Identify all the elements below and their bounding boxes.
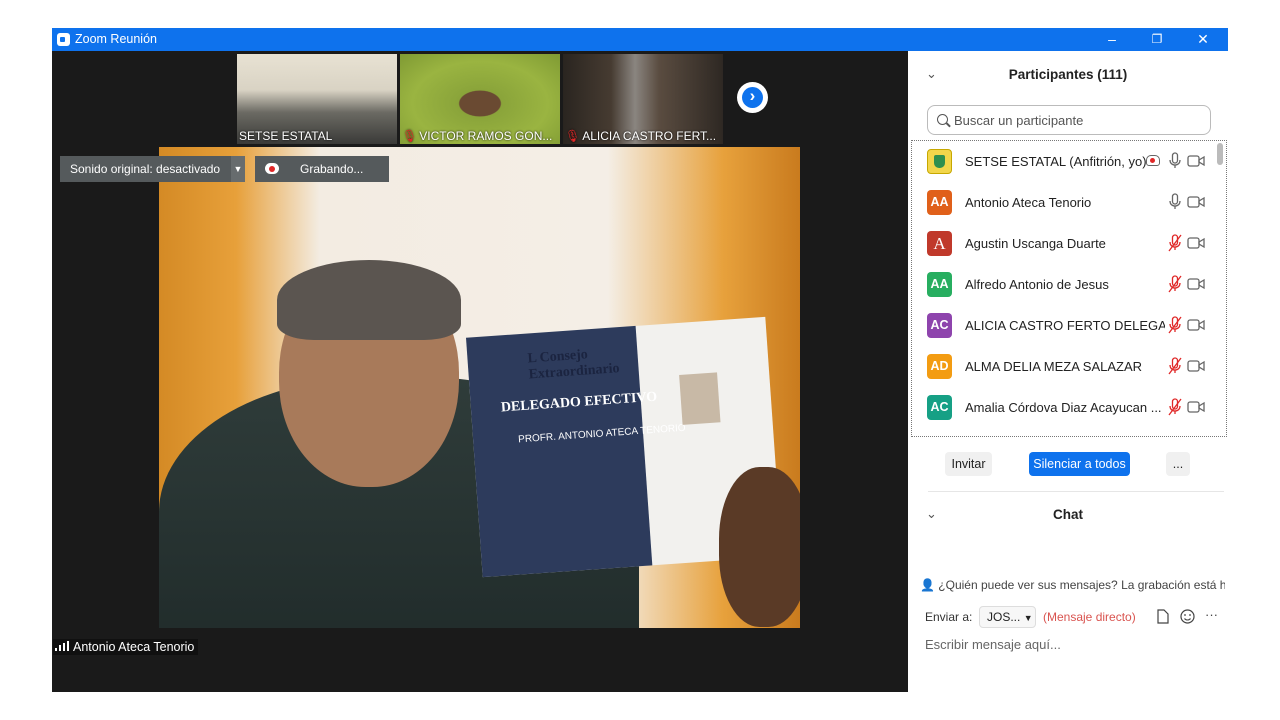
participant-name: Agustin Uscanga Duarte xyxy=(965,236,1106,251)
thumbnail-name: 🎙 VICTOR RAMOS GON... xyxy=(402,129,553,143)
chat-input[interactable]: Escribir mensaje aquí... xyxy=(925,637,1061,652)
microphone-icon[interactable] xyxy=(1168,193,1182,211)
avatar xyxy=(927,149,952,174)
thumbnail-video[interactable]: SETSE ESTATAL xyxy=(237,54,397,144)
avatar: AA xyxy=(927,190,952,215)
video-area: SETSE ESTATAL 🎙 VICTOR RAMOS GON... 🎙 ALIC… xyxy=(52,51,908,692)
participant-name: ALMA DELIA MEZA SALAZAR xyxy=(965,359,1143,374)
active-speaker-video: L Consejo Extraordinario DELEGADO EFECTIV… xyxy=(159,147,800,628)
thumbnail-name: 🎙 ALICIA CASTRO FERT... xyxy=(565,129,717,143)
participants-header: ⌄ Participantes (111) xyxy=(908,51,1228,97)
speaker-hand xyxy=(719,467,800,627)
avatar: AC xyxy=(927,313,952,338)
participant-row[interactable]: AA Alfredo Antonio de Jesus xyxy=(912,264,1212,305)
video-camera-icon[interactable] xyxy=(1187,359,1205,373)
video-camera-icon[interactable] xyxy=(1187,154,1205,168)
participant-row[interactable]: AA Antonio Ateca Tenorio xyxy=(912,182,1212,223)
microphone-icon[interactable] xyxy=(1168,152,1182,170)
muted-mic-icon[interactable] xyxy=(1168,275,1182,293)
emoji-icon[interactable] xyxy=(1180,609,1195,624)
title-bar: Zoom Reunión – ❐ ✕ xyxy=(52,28,1228,51)
speaker-hair xyxy=(277,260,461,340)
chevron-down-icon[interactable]: ▼ xyxy=(231,156,245,182)
muted-mic-icon[interactable] xyxy=(1168,398,1182,416)
video-camera-icon[interactable] xyxy=(1187,236,1205,250)
chat-title: Chat xyxy=(1053,507,1083,522)
participant-row[interactable]: AC Amalia Córdova Diaz Acayucan ... xyxy=(912,387,1212,428)
active-speaker-label: Antonio Ateca Tenorio xyxy=(53,639,199,655)
participant-scrollbar[interactable] xyxy=(1216,141,1224,436)
participant-row[interactable] xyxy=(912,428,1212,437)
participants-title: Participantes (111) xyxy=(1008,67,1128,82)
participant-row[interactable]: AD ALMA DELIA MEZA SALAZAR xyxy=(912,346,1212,387)
video-camera-icon[interactable] xyxy=(1187,400,1205,414)
participant-name: SETSE ESTATAL (Anfitrión, yo) xyxy=(965,154,1147,169)
next-page-button[interactable]: › xyxy=(737,82,768,113)
close-button[interactable]: ✕ xyxy=(1180,28,1226,51)
muted-mic-icon[interactable] xyxy=(1168,234,1182,252)
thumbnail-video[interactable]: 🎙 ALICIA CASTRO FERT... xyxy=(563,54,723,144)
send-to-label: Enviar a: xyxy=(925,610,973,624)
chevron-right-icon: › xyxy=(749,86,756,105)
participant-name: Antonio Ateca Tenorio xyxy=(965,195,1092,210)
card-title: L Consejo Extraordinario xyxy=(527,347,621,383)
side-panel: ⌄ Participantes (111) SETSE ESTATAL (Anf… xyxy=(908,51,1228,692)
participant-row[interactable]: AC ALICIA CASTRO FERTO DELEGAC... xyxy=(912,305,1212,346)
video-camera-icon[interactable] xyxy=(1187,277,1205,291)
zoom-logo-icon xyxy=(57,33,70,46)
send-to-row: Enviar a: JOS... ▼ (Mensaje directo) ··· xyxy=(925,606,1225,628)
chat-privacy-notice[interactable]: 👤 ¿Quién puede ver sus mensajes? La grab… xyxy=(920,578,1225,592)
divider xyxy=(928,491,1224,492)
participant-row[interactable]: A Agustin Uscanga Duarte xyxy=(912,223,1212,264)
recording-label: Grabando... xyxy=(300,162,364,176)
avatar: A xyxy=(927,231,952,256)
search-icon xyxy=(937,114,948,125)
thumbnail-name: SETSE ESTATAL xyxy=(239,129,333,143)
minimize-button[interactable]: – xyxy=(1089,28,1135,51)
muted-mic-icon: 🎙 xyxy=(402,129,418,143)
direct-message-label: (Mensaje directo) xyxy=(1043,610,1136,624)
participant-row[interactable]: SETSE ESTATAL (Anfitrión, yo) xyxy=(912,141,1212,182)
avatar xyxy=(927,436,952,437)
signal-strength-icon xyxy=(55,641,69,651)
participant-list[interactable]: SETSE ESTATAL (Anfitrión, yo) AA Antonio… xyxy=(911,140,1227,437)
participant-name: Alfredo Antonio de Jesus xyxy=(965,277,1109,292)
card-photo xyxy=(679,372,721,425)
chevron-down-icon: ▼ xyxy=(1023,613,1033,623)
recipient-dropdown[interactable]: JOS... ▼ xyxy=(979,606,1036,628)
video-camera-icon[interactable] xyxy=(1187,195,1205,209)
scrollbar-thumb[interactable] xyxy=(1217,143,1223,165)
zoom-window: Zoom Reunión – ❐ ✕ SETSE ESTATAL 🎙 VICTOR… xyxy=(52,28,1228,692)
original-sound-button[interactable]: Sonido original: desactivado xyxy=(60,156,239,182)
recording-indicator[interactable]: Grabando... xyxy=(255,156,389,182)
participant-name: Amalia Córdova Diaz Acayucan ... xyxy=(965,400,1162,415)
muted-mic-icon: 🎙 xyxy=(565,129,581,143)
participant-name: ALICIA CASTRO FERTO DELEGAC... xyxy=(965,318,1165,333)
recording-icon xyxy=(1146,155,1160,166)
search-input[interactable] xyxy=(954,106,1204,134)
mute-all-button[interactable]: Silenciar a todos xyxy=(1029,452,1130,476)
user-visibility-icon: 👤 xyxy=(920,578,935,592)
more-options-button[interactable]: ... xyxy=(1166,452,1190,476)
muted-mic-icon[interactable] xyxy=(1168,357,1182,375)
avatar: AC xyxy=(927,395,952,420)
invite-button[interactable]: Invitar xyxy=(945,452,992,476)
video-camera-icon[interactable] xyxy=(1187,318,1205,332)
participant-search[interactable] xyxy=(927,105,1211,135)
avatar: AD xyxy=(927,354,952,379)
avatar: AA xyxy=(927,272,952,297)
file-icon[interactable] xyxy=(1157,609,1169,624)
more-icon[interactable]: ··· xyxy=(1205,607,1218,622)
thumbnail-video[interactable]: 🎙 VICTOR RAMOS GON... xyxy=(400,54,560,144)
muted-mic-icon[interactable] xyxy=(1168,316,1182,334)
window-title: Zoom Reunión xyxy=(75,32,157,46)
restore-button[interactable]: ❐ xyxy=(1134,28,1180,51)
record-icon xyxy=(265,163,279,174)
